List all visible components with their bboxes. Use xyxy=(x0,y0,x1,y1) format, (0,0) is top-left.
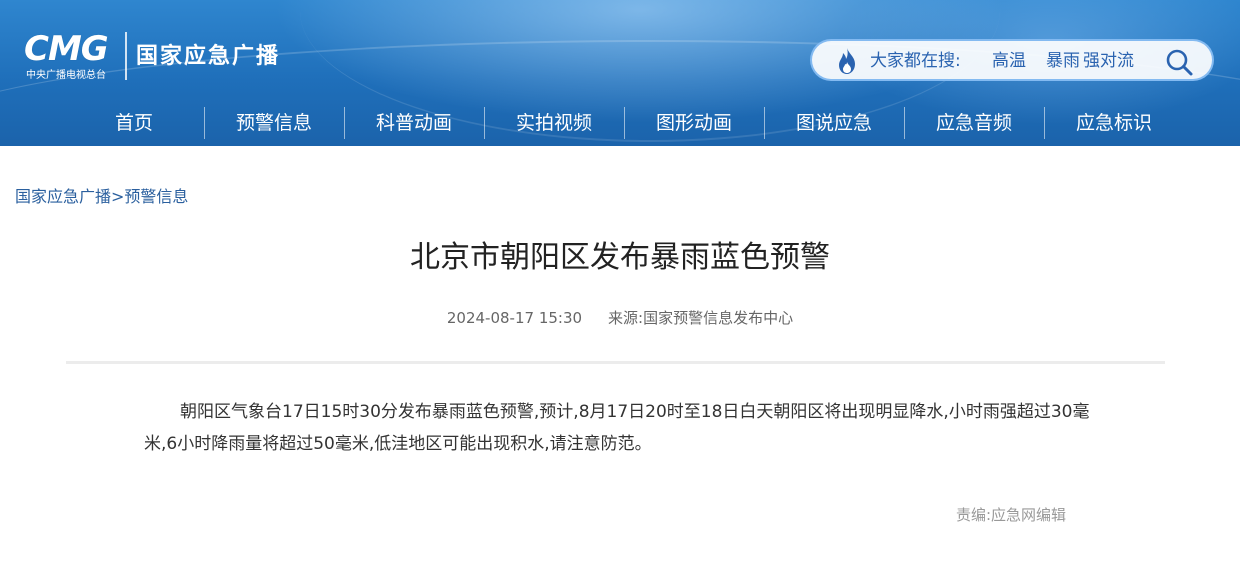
article-editor: 责编:应急网编辑 xyxy=(956,506,1067,524)
article-datetime: 2024-08-17 15:30 xyxy=(446,309,583,327)
search-keyword[interactable]: 暴雨 xyxy=(1046,51,1080,71)
search-keyword[interactable]: 强对流 xyxy=(1083,51,1134,71)
nav-item-videos[interactable]: 实拍视频 xyxy=(484,103,624,143)
search-icon[interactable] xyxy=(1164,47,1194,77)
breadcrumb-item[interactable]: 国家应急广播 xyxy=(15,187,111,206)
site-logo[interactable]: CMG 中央广播电视总台 国家应急广播 xyxy=(22,30,302,86)
main-nav: 首页 预警信息 科普动画 实拍视频 图形动画 图说应急 应急音频 应急标识 xyxy=(64,103,1184,143)
search-keyword[interactable]: 高温 xyxy=(992,51,1026,71)
nav-item-signs[interactable]: 应急标识 xyxy=(1044,103,1184,143)
divider xyxy=(66,361,1165,364)
article-title: 北京市朝阳区发布暴雨蓝色预警 xyxy=(410,240,830,275)
nav-item-science-animation[interactable]: 科普动画 xyxy=(344,103,484,143)
breadcrumb-separator: > xyxy=(111,187,125,206)
logo-subtitle: 中央广播电视总台 xyxy=(26,70,106,81)
cmg-logo-mark: CMG xyxy=(24,29,109,69)
article-meta: 2024-08-17 15:30 来源:国家预警信息发布中心 xyxy=(0,308,1240,328)
article-source: 来源:国家预警信息发布中心 xyxy=(608,309,794,327)
breadcrumb: 国家应急广播>预警信息 xyxy=(15,187,188,207)
nav-item-audio[interactable]: 应急音频 xyxy=(904,103,1044,143)
site-header: CMG 中央广播电视总台 国家应急广播 大家都在搜: 高温 暴雨 强对流 首页 … xyxy=(0,0,1240,146)
nav-item-home[interactable]: 首页 xyxy=(64,103,204,143)
nav-item-warnings[interactable]: 预警信息 xyxy=(204,103,344,143)
flame-icon xyxy=(839,48,855,74)
search-bar[interactable]: 大家都在搜: 高温 暴雨 强对流 xyxy=(810,39,1214,81)
breadcrumb-item[interactable]: 预警信息 xyxy=(124,187,188,206)
nav-item-graphic-animation[interactable]: 图形动画 xyxy=(624,103,764,143)
logo-divider xyxy=(125,32,127,80)
article-body: 朝阳区气象台17日15时30分发布暴雨蓝色预警,预计,8月17日20时至18日白… xyxy=(144,402,1090,454)
nav-item-infographics[interactable]: 图说应急 xyxy=(764,103,904,143)
search-label: 大家都在搜: xyxy=(870,51,961,71)
site-name: 国家应急广播 xyxy=(136,44,281,69)
